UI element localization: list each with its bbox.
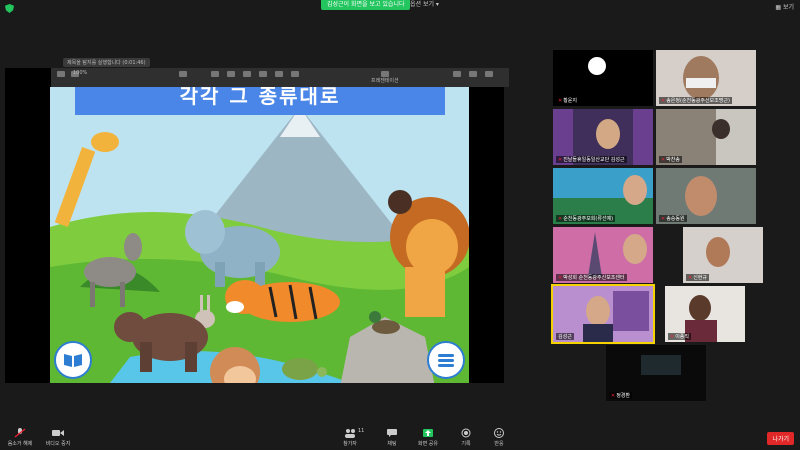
- participant-name: 순천동광주보회(류선예): [563, 216, 614, 222]
- document-icon: [485, 71, 493, 77]
- view-options-label: 옵션 보기: [410, 1, 434, 8]
- screen-share-banner: 김성근이 화면을 보고 있습니다: [321, 0, 411, 10]
- video-camera-icon: [52, 430, 64, 436]
- participant-name: 황윤지: [563, 98, 578, 104]
- security-shield-icon[interactable]: [5, 4, 14, 13]
- mic-muted-icon: ✕: [558, 157, 563, 163]
- mic-muted-icon: ✕: [558, 216, 563, 222]
- zoom-level: 100%: [73, 70, 88, 76]
- participant-name: 박성희 순천동광주신보조센터: [563, 275, 625, 281]
- animal-scene-illustration: [50, 87, 469, 383]
- record-label: 기록: [461, 441, 471, 447]
- participant-name: 김성근: [558, 334, 572, 340]
- participant-tile-active-speaker[interactable]: 김성근: [551, 284, 655, 344]
- play-icon: [179, 71, 187, 77]
- participant-tile[interactable]: ✕순천동광주보회(류선예): [553, 168, 653, 224]
- chat-icon: [387, 429, 397, 437]
- leave-button[interactable]: 나가기: [767, 432, 794, 445]
- participants-button[interactable]: 참가자 11: [332, 428, 368, 447]
- participants-icon: [345, 429, 355, 438]
- mic-muted-icon: ✕: [558, 275, 563, 281]
- text-icon: [243, 71, 251, 77]
- slide-title: 각각 그 종류대로: [75, 87, 445, 115]
- mic-muted-icon: ✕: [661, 157, 666, 163]
- file-icon: [57, 71, 65, 77]
- meeting-controls: 음소거 해제 비디오 중지 참가자 11 채팅 화면 공유 기록 반응: [0, 426, 800, 450]
- participants-label: 참가자: [343, 441, 357, 447]
- share-screen-icon: [423, 429, 433, 437]
- mic-muted-icon: ✕: [670, 334, 675, 340]
- chat-label: 채팅: [387, 441, 397, 447]
- share-screen-button[interactable]: 화면 공유: [410, 428, 446, 447]
- view-button[interactable]: ▦ 보기: [775, 2, 794, 11]
- menu-icon: [438, 354, 454, 367]
- participant-tile[interactable]: ✕진날들휴일동일산교단 김성근: [553, 109, 653, 165]
- participant-tile[interactable]: ✕황윤지: [553, 50, 653, 106]
- mic-muted-icon: ✕: [611, 393, 616, 399]
- present-label: 프레젠테이션: [371, 78, 399, 84]
- participant-tile[interactable]: ✕정경환: [606, 345, 706, 401]
- record-icon: [461, 428, 471, 438]
- shape-icon: [259, 71, 267, 77]
- unmute-button[interactable]: 음소거 해제: [2, 428, 38, 447]
- record-button[interactable]: 기록: [448, 428, 484, 447]
- shared-screen: 100% 프레젠테이션 각각 그 종류대로: [5, 68, 509, 383]
- mic-muted-icon: ✕: [558, 98, 563, 104]
- media-icon: [275, 71, 283, 77]
- book-button[interactable]: [54, 341, 92, 379]
- mic-muted-icon: ✕: [688, 275, 693, 281]
- share-status-label: 제목을 탐지를 실행합니다 (0:01:46): [63, 58, 150, 67]
- participant-name: 박찬송: [666, 157, 681, 163]
- book-icon: [64, 354, 82, 367]
- mic-muted-icon: ✕: [661, 216, 666, 222]
- animate-icon: [469, 71, 477, 77]
- stop-video-label: 비디오 중지: [45, 441, 71, 447]
- mic-muted-icon: ✕: [661, 98, 666, 104]
- participant-count: 11: [358, 428, 365, 434]
- grid-icon: ▦: [775, 4, 782, 11]
- chart-icon: [227, 71, 235, 77]
- participant-name: 송승동원: [666, 216, 685, 222]
- table-icon: [211, 71, 219, 77]
- chat-button[interactable]: 채팅: [374, 428, 410, 447]
- format-icon: [453, 71, 461, 77]
- participant-tile[interactable]: ✕박성희 순천동광주신보조센터: [553, 227, 653, 283]
- stop-video-button[interactable]: 비디오 중지: [40, 428, 76, 447]
- unmute-label: 음소거 해제: [7, 441, 33, 447]
- participant-tile[interactable]: ✕송은정(순천동광주신보조명근): [656, 50, 756, 106]
- participant-name: 진날들휴일동일산교단 김성근: [563, 157, 625, 163]
- comment-icon: [291, 71, 299, 77]
- view-button-label: 보기: [782, 4, 794, 11]
- participant-name: 신현규: [693, 275, 708, 281]
- participant-name: 정경환: [616, 393, 631, 399]
- reactions-button[interactable]: 반응: [481, 428, 517, 447]
- participant-tile[interactable]: ✕신현규: [683, 227, 763, 283]
- shared-app-toolbar: 100% 프레젠테이션: [51, 68, 509, 87]
- participant-tile[interactable]: ✕박찬송: [656, 109, 756, 165]
- view-options-dropdown[interactable]: 옵션 보기 ▾: [410, 0, 439, 10]
- participant-tile[interactable]: ✕송승동원: [656, 168, 756, 224]
- reactions-label: 반응: [494, 441, 504, 447]
- slide: 각각 그 종류대로: [50, 87, 469, 383]
- participant-gallery: ✕황윤지 ✕송은정(순천동광주신보조명근) ✕진날들휴일동일산교단 김성근 ✕박…: [551, 50, 763, 403]
- menu-button[interactable]: [427, 341, 465, 379]
- mic-muted-icon: [14, 428, 26, 438]
- share-screen-label: 화면 공유: [418, 441, 438, 447]
- participant-tile[interactable]: ✕이종직: [665, 286, 745, 342]
- smiley-icon: [494, 428, 504, 438]
- participant-name: 이종직: [675, 334, 690, 340]
- participant-name: 송은정(순천동광주신보조명근): [666, 98, 730, 104]
